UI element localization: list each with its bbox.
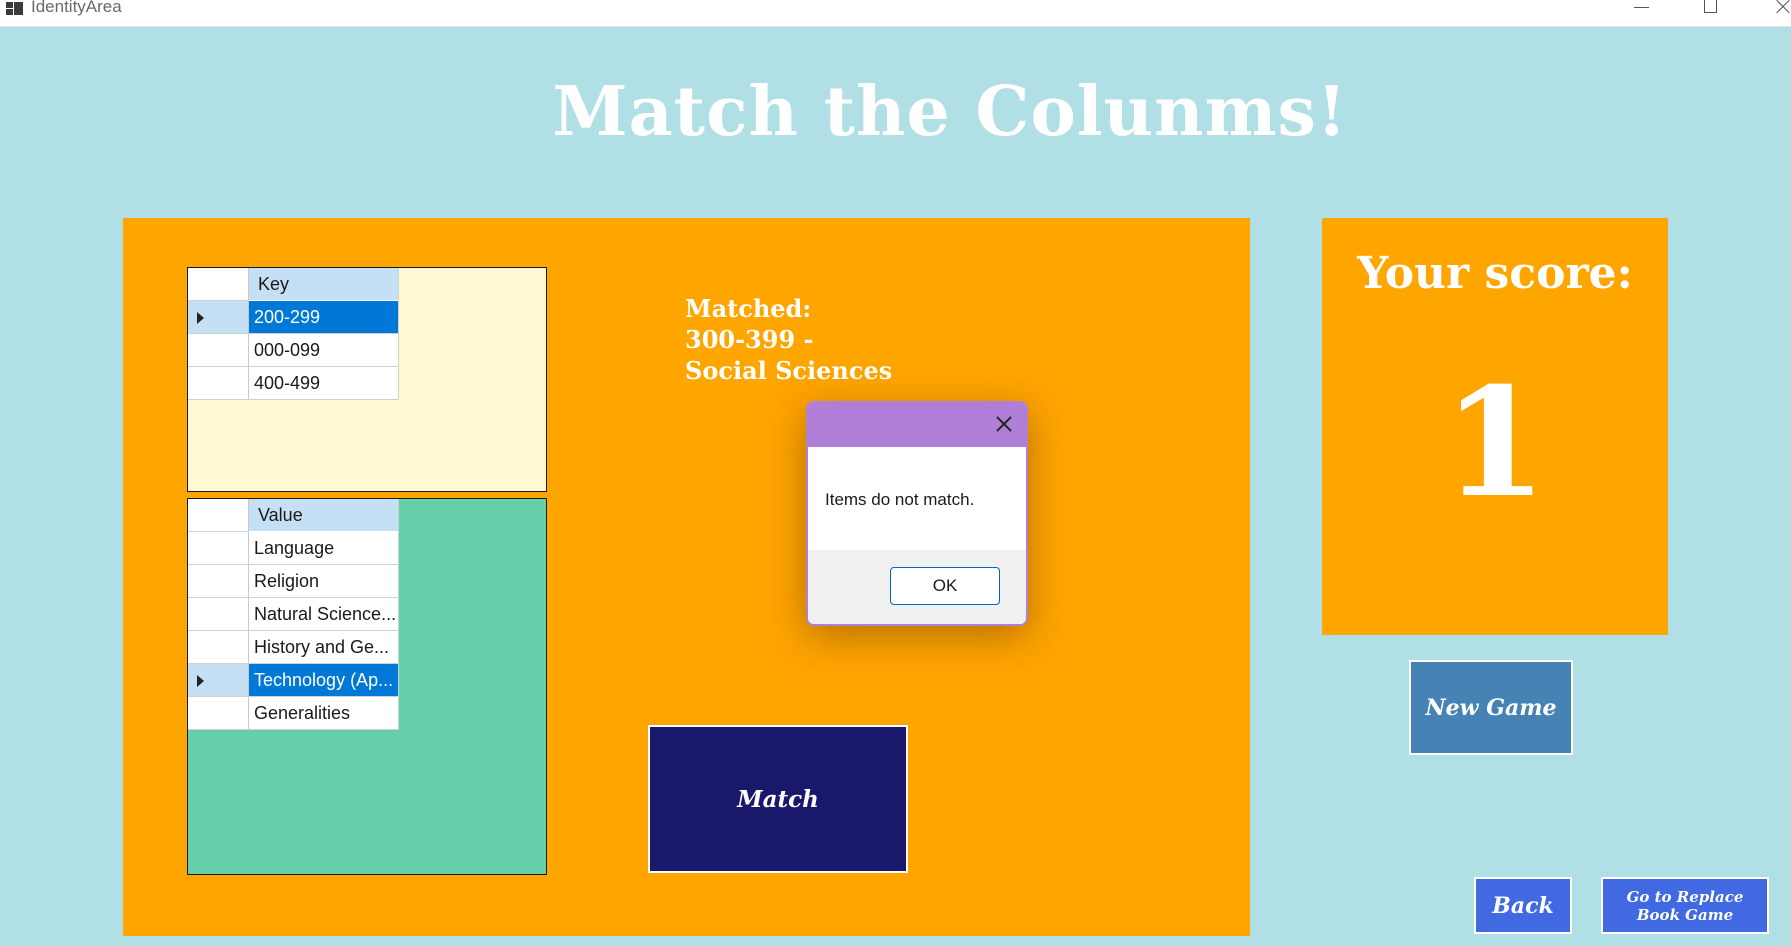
value-cell[interactable]: Technology (Ap... [249, 664, 399, 697]
replace-button-line1: Go to Replace [1626, 887, 1744, 906]
value-grid[interactable]: Value Language Religion Natural Science.… [187, 498, 547, 875]
value-row[interactable]: Generalities [188, 697, 399, 730]
replace-book-game-button[interactable]: Go to Replace Book Game [1601, 877, 1769, 934]
value-column-header[interactable]: Value [249, 499, 399, 532]
matched-label: Matched: 300-399 - Social Sciences [685, 293, 892, 386]
app-icon [6, 2, 23, 15]
key-row[interactable]: 400-499 [188, 367, 399, 400]
close-icon[interactable] [994, 414, 1014, 434]
value-row[interactable]: Language [188, 532, 399, 565]
key-cell[interactable]: 000-099 [249, 334, 399, 367]
value-cell[interactable]: Natural Science... [249, 598, 399, 631]
current-row-arrow-icon [197, 675, 204, 687]
key-row[interactable]: 200-299 [188, 301, 399, 334]
row-header[interactable] [188, 334, 249, 367]
dialog-titlebar [808, 403, 1026, 447]
row-header-corner [188, 268, 249, 301]
key-column-header[interactable]: Key [249, 268, 399, 301]
matched-key: 300-399 - [685, 325, 814, 354]
value-row[interactable]: Natural Science... [188, 598, 399, 631]
row-header[interactable] [188, 301, 249, 334]
key-grid[interactable]: Key 200-299 000-099 400-499 [187, 267, 547, 492]
new-game-button[interactable]: New Game [1409, 660, 1573, 755]
row-header[interactable] [188, 631, 249, 664]
row-header[interactable] [188, 664, 249, 697]
row-header[interactable] [188, 697, 249, 730]
score-value: 1 [1442, 355, 1548, 531]
row-header[interactable] [188, 532, 249, 565]
matched-value: Social Sciences [685, 356, 893, 385]
dialog-message: Items do not match. [825, 490, 975, 509]
window-titlebar: IdentityArea [0, 0, 1791, 27]
value-row[interactable]: Religion [188, 565, 399, 598]
close-window-icon[interactable] [1762, 0, 1791, 22]
key-cell[interactable]: 200-299 [249, 301, 399, 334]
maximize-icon[interactable] [1690, 0, 1730, 22]
value-cell[interactable]: History and Ge... [249, 631, 399, 664]
ok-button[interactable]: OK [890, 567, 1000, 605]
value-cell[interactable]: Religion [249, 565, 399, 598]
row-header-corner [188, 499, 249, 532]
row-header[interactable] [188, 598, 249, 631]
current-row-arrow-icon [197, 312, 204, 324]
back-button[interactable]: Back [1474, 877, 1572, 934]
value-row[interactable]: Technology (Ap... [188, 664, 399, 697]
message-dialog: Items do not match. OK [806, 401, 1028, 626]
dialog-footer: OK [808, 550, 1026, 624]
row-header[interactable] [188, 565, 249, 598]
minimize-icon[interactable] [1622, 0, 1662, 22]
replace-button-line2: Book Game [1636, 905, 1734, 924]
key-grid-header-row: Key [188, 268, 399, 301]
value-cell[interactable]: Generalities [249, 697, 399, 730]
value-grid-header-row: Value [188, 499, 399, 532]
matched-heading: Matched: [685, 294, 812, 323]
page-title: Match the Colunms! [552, 72, 1348, 152]
score-panel: Your score: 1 [1322, 218, 1668, 635]
value-row[interactable]: History and Ge... [188, 631, 399, 664]
match-button[interactable]: Match [648, 725, 908, 873]
row-header[interactable] [188, 367, 249, 400]
window-title: IdentityArea [31, 0, 122, 16]
key-cell[interactable]: 400-499 [249, 367, 399, 400]
value-cell[interactable]: Language [249, 532, 399, 565]
key-row[interactable]: 000-099 [188, 334, 399, 367]
score-label: Your score: [1357, 248, 1633, 299]
